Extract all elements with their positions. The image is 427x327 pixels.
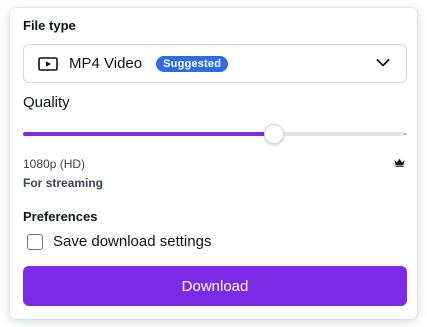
slider-end-marker (404, 133, 406, 135)
save-settings-checkbox[interactable] (27, 233, 43, 250)
quality-description: For streaming (23, 176, 104, 190)
save-settings-option[interactable]: Save download settings (27, 233, 211, 250)
download-button[interactable]: Download (23, 266, 407, 306)
slider-fill (23, 132, 275, 136)
quality-slider[interactable] (23, 123, 406, 145)
save-settings-label[interactable]: Save download settings (53, 233, 211, 250)
slider-thumb[interactable] (264, 124, 285, 144)
quality-label: Quality (23, 94, 70, 111)
file-type-value: MP4 Video (69, 55, 143, 72)
video-play-icon (38, 56, 58, 71)
download-panel: File type MP4 Video Suggested Quality 10… (10, 8, 417, 319)
crown-icon (394, 158, 405, 167)
chevron-down-icon (376, 59, 390, 67)
preferences-label: Preferences (23, 209, 98, 224)
suggested-badge: Suggested (156, 55, 229, 72)
resolution-label: 1080p (HD) (23, 157, 86, 171)
file-type-label: File type (23, 18, 76, 33)
file-type-select[interactable]: MP4 Video Suggested (23, 44, 407, 83)
